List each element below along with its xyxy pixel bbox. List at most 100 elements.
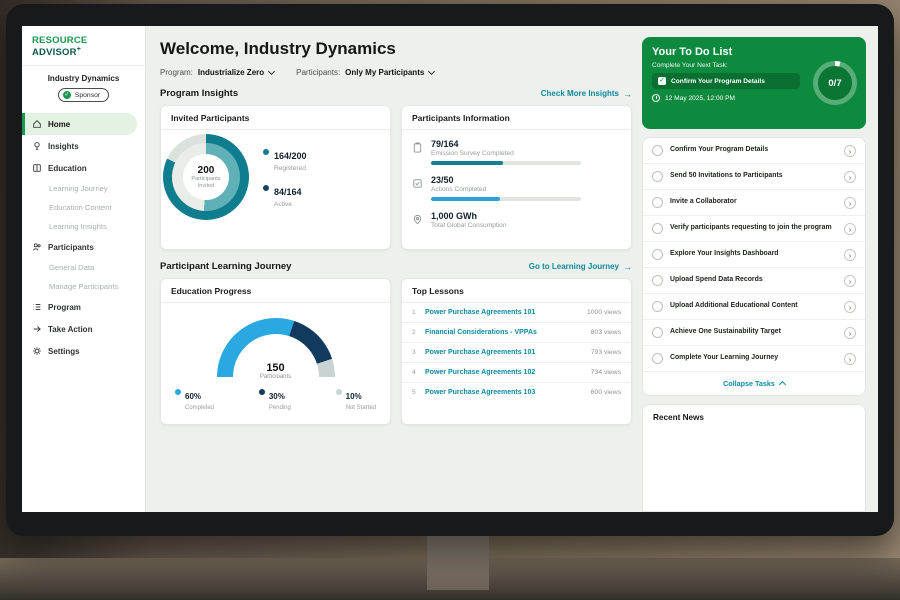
invited-legend: 164/200 Registered 84/164 Active	[263, 146, 307, 208]
top-lessons-card: Top Lessons 1 Power Purchase Agreements …	[401, 278, 632, 425]
chevron-right-icon[interactable]: ›	[844, 327, 856, 339]
main-area: Welcome, Industry Dynamics Program: Indu…	[146, 26, 878, 512]
progress-bar	[431, 197, 581, 201]
lesson-link[interactable]: Financial Considerations - VPPAs	[425, 329, 584, 336]
progress-bar	[431, 161, 581, 165]
chevron-right-icon[interactable]: ›	[844, 145, 856, 157]
check-more-insights-link[interactable]: Check More Insights	[541, 89, 632, 99]
legend-dot	[263, 185, 269, 191]
sidebar-item-program[interactable]: Program	[22, 296, 145, 318]
lesson-link[interactable]: Power Purchase Agreements 103	[425, 389, 584, 396]
arrow-right-icon	[623, 89, 632, 99]
task-checkbox[interactable]	[652, 145, 663, 156]
task-row: Explore Your Insights Dashboard ›	[643, 242, 865, 268]
legend-dot	[175, 389, 181, 395]
filters-row: Program: Industrialize Zero Participants…	[160, 68, 632, 77]
task-checkbox[interactable]	[652, 327, 663, 338]
section-title: Participant Learning Journey	[160, 261, 291, 272]
todo-title: Your To Do List	[652, 46, 856, 58]
collapse-label: Collapse Tasks	[723, 379, 775, 388]
sidebar-item-education[interactable]: Education	[22, 157, 145, 179]
education-icon	[32, 163, 42, 173]
sidebar-item-label: Program	[48, 303, 81, 312]
monitor-bezel: RESOURCE ADVISOR+ Industry Dynamics ✓ Sp…	[6, 4, 894, 536]
chevron-right-icon[interactable]: ›	[844, 275, 856, 287]
sidebar-item-education-content[interactable]: Education Content	[22, 198, 145, 217]
sidebar-item-take-action[interactable]: Take Action	[22, 318, 145, 340]
logo-plus: +	[77, 46, 81, 53]
program-dropdown[interactable]: Program: Industrialize Zero	[160, 68, 274, 77]
legend-value: 30%	[269, 392, 285, 401]
chevron-right-icon[interactable]: ›	[844, 197, 856, 209]
card-title: Invited Participants	[161, 106, 390, 130]
todo-progress-ring: 0/7	[813, 61, 857, 105]
sidebar-item-insights[interactable]: Insights	[22, 135, 145, 157]
participants-dropdown[interactable]: Participants: Only My Participants	[296, 68, 434, 77]
task-checkbox[interactable]	[652, 301, 663, 312]
chevron-down-icon	[428, 68, 435, 75]
next-task-row[interactable]: ✓ Confirm Your Program Details	[652, 73, 800, 89]
task-checkbox[interactable]	[652, 249, 663, 260]
task-checkbox[interactable]	[652, 223, 663, 234]
legend-item-pending: 30% Pending	[259, 386, 291, 411]
sidebar-item-label: Education	[48, 164, 87, 173]
task-checkbox[interactable]	[652, 171, 663, 182]
task-label: Achieve One Sustainability Target	[670, 328, 837, 337]
sidebar-item-manage-participants[interactable]: Manage Participants	[22, 277, 145, 296]
logo-word-resource: RESOURCE	[32, 35, 87, 46]
donut-center-value: 200	[198, 165, 215, 176]
task-checkbox[interactable]	[652, 353, 663, 364]
chevron-right-icon[interactable]: ›	[844, 249, 856, 261]
lesson-link[interactable]: Power Purchase Agreements 101	[425, 309, 580, 316]
legend-dot	[259, 389, 265, 395]
legend-dot	[336, 389, 342, 395]
sponsor-icon: ✓	[63, 91, 71, 99]
legend-item-registered: 164/200 Registered	[263, 146, 307, 172]
lesson-row: 2 Financial Considerations - VPPAs 803 v…	[402, 323, 631, 343]
task-checkbox[interactable]	[652, 197, 663, 208]
monitor-stand	[427, 534, 489, 590]
todo-summary-card: Your To Do List Complete Your Next Task:…	[642, 37, 866, 129]
invited-card-body: 200 Participants Invited 164/200 Registe…	[161, 130, 390, 224]
legend-label: Pending	[269, 405, 291, 411]
task-row: Upload Spend Data Records ›	[643, 268, 865, 294]
legend-value: 10%	[346, 392, 362, 401]
recent-news-title: Recent News	[653, 413, 855, 422]
chevron-right-icon[interactable]: ›	[844, 353, 856, 365]
task-label: Upload Additional Educational Content	[670, 302, 837, 311]
invited-donut-center: 200 Participants Invited	[183, 154, 229, 200]
legend-value: 84/164	[274, 187, 302, 197]
tasks-list-card: Confirm Your Program Details › Send 50 I…	[642, 137, 866, 396]
org-block: Industry Dynamics ✓ Sponsor	[22, 66, 145, 111]
participants-value: Only My Participants	[345, 68, 424, 77]
section-title: Program Insights	[160, 88, 238, 99]
task-label: Complete Your Learning Journey	[670, 354, 837, 363]
task-label: Send 50 Invitations to Participants	[670, 172, 837, 181]
task-checkbox[interactable]	[652, 275, 663, 286]
checkbox-icon[interactable]: ✓	[658, 77, 666, 85]
task-row: Verify participants requesting to join t…	[643, 216, 865, 242]
lesson-link[interactable]: Power Purchase Agreements 101	[425, 349, 584, 356]
clipboard-icon	[412, 140, 423, 165]
sidebar-item-label: Take Action	[48, 325, 92, 334]
go-to-learning-journey-link[interactable]: Go to Learning Journey	[529, 262, 632, 272]
chevron-down-icon	[268, 68, 275, 75]
lesson-link[interactable]: Power Purchase Agreements 102	[425, 369, 584, 376]
home-icon	[32, 119, 42, 129]
sidebar-item-general-data[interactable]: General Data	[22, 258, 145, 277]
sidebar-item-learning-journey[interactable]: Learning Journey	[22, 179, 145, 198]
chevron-right-icon[interactable]: ›	[844, 301, 856, 313]
sidebar-item-settings[interactable]: Settings	[22, 340, 145, 362]
chevron-right-icon[interactable]: ›	[844, 223, 856, 235]
sidebar-item-label: Insights	[48, 142, 79, 151]
sponsor-badge[interactable]: ✓ Sponsor	[58, 88, 109, 102]
stat-value: 79/164	[431, 139, 581, 149]
sidebar-item-home[interactable]: Home	[22, 113, 137, 135]
collapse-tasks-link[interactable]: Collapse Tasks	[643, 372, 865, 395]
sidebar-item-learning-insights[interactable]: Learning Insights	[22, 217, 145, 236]
gauge-center-label: Participants	[217, 374, 335, 378]
sidebar-item-participants[interactable]: Participants	[22, 236, 145, 258]
chevron-right-icon[interactable]: ›	[844, 171, 856, 183]
legend-item-not-started: 10% Not Started	[336, 386, 376, 411]
content-column: Welcome, Industry Dynamics Program: Indu…	[160, 37, 632, 512]
